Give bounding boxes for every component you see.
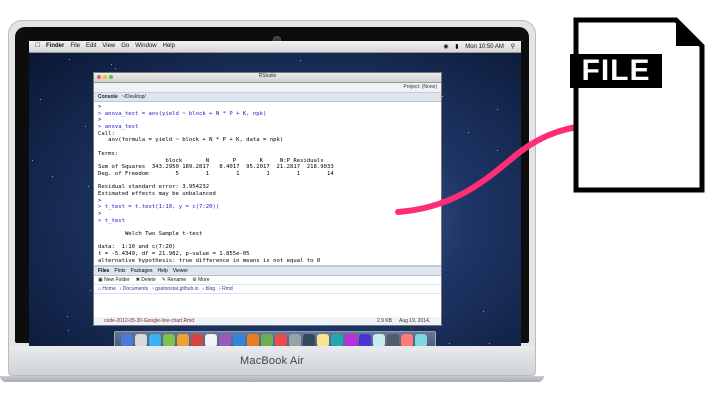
console-output-line: t = -5.4349, df = 21.982, p-value = 1.85… [98,251,250,258]
more-button[interactable]: ⚙ More [192,277,209,283]
battery-icon[interactable]: ▮ [455,44,458,50]
files-pane-tabs: Files Plots Packages Help Viewer [94,267,441,276]
console-output-line: > [98,117,105,124]
console-output[interactable]: > > anova_test = aov(yield ~ block + N *… [94,102,441,269]
window-controls[interactable] [97,75,115,81]
tab-viewer[interactable]: Viewer [173,268,188,274]
tab-help[interactable]: Help [158,268,168,274]
console-output-line [98,224,437,231]
console-output-line: Sum of Squares 343.2950 189.2817 8.4017 … [98,164,334,171]
tab-packages[interactable]: Packages [131,268,153,274]
menu-item-finder[interactable]: Finder [46,43,64,49]
console-output-line: data: 1:10 and c(7:20) [98,244,176,251]
breadcrumb-item[interactable]: › Documents [120,286,148,292]
files-pane: Files Plots Packages Help Viewer ▣ New Folde… [94,265,441,332]
desktop-star [67,316,68,317]
console-output-line: aov(formula = yield ~ block + N * P + K,… [98,137,284,144]
menu-item-view[interactable]: View [102,43,115,49]
file-label: FILE [570,54,662,88]
laptop-model-label: MacBook Air [240,355,304,367]
desktop-star [449,343,450,344]
console-output-line [98,144,437,151]
menu-item-go[interactable]: Go [121,43,129,49]
desktop-star [111,64,112,65]
new-folder-button[interactable]: ▣ New Folder [98,277,130,283]
console-output-line [98,178,437,185]
desktop-star [69,59,70,60]
search-icon[interactable]: ⚲ [511,44,515,50]
laptop-base [0,376,544,382]
files-breadcrumb: ⌂ Home › Documents › gastonstat.github.io ›… [94,285,441,294]
console-output-line: Welch Two Sample t-test [98,231,203,238]
console-output-line: > [98,197,105,204]
desktop-star [115,68,116,69]
file-row[interactable]: code-2012-05-30-Google-line-chart.Rmd 2.… [94,317,441,332]
desktop-star [88,186,89,187]
tab-files[interactable]: Files [98,268,109,274]
desktop-star [85,126,86,127]
file-icon: FILE [568,10,708,196]
wifi-icon[interactable]: ◉ [443,44,448,50]
desktop-star [52,176,53,177]
console-command-line: > t_test = t.test(1:10, y = c(7:20)) [98,204,220,211]
desktop-star [68,330,69,331]
breadcrumb-item[interactable]: ⌂ Home [98,286,116,292]
console-command-line: > anova_test [98,124,139,131]
console-path: ~/Desktop/ [121,94,146,100]
menu-bar-status: ◉ ▮ Mon 10:50 AM ⚲ [438,43,515,50]
apple-menu-icon[interactable]:  [35,42,40,49]
desktop-star [90,290,91,291]
console-output-line: Estimated effects may be unbalanced [98,190,216,197]
file-name[interactable]: code-2012-05-30-Google-line-chart.Rmd [104,317,194,325]
menu-item-file[interactable]: File [70,43,80,49]
desktop-star [300,60,301,61]
console-command-line: > t_test [98,217,125,224]
console-output-line: Terms: [98,150,119,157]
file-size: 2.9 KB [377,318,393,324]
window-title: RStudio [258,73,277,79]
desktop-star [40,99,41,100]
files-toolbar: ▣ New Folder ✖ Delete ✎ Rename ⚙ More [94,276,441,285]
laptop-chin: MacBook Air [8,346,536,376]
console-output-line: alternative hypothesis: true difference … [98,257,321,264]
rstudio-toolbar: Project: (None) [94,83,441,93]
console-output-line: block N P K N:P Residuals [98,157,324,164]
rename-button[interactable]: ✎ Rename [162,277,186,283]
console-output-line: Call: [98,130,115,137]
menu-item-window[interactable]: Window [135,43,156,49]
console-command-line: > anova_test = aov(yield ~ block + N * P… [98,110,267,117]
console-tab-bar: Console ~/Desktop/ [94,93,441,102]
menu-clock[interactable]: Mon 10:50 AM [465,44,504,50]
console-output-line: Residual standard error: 3.954232 [98,184,210,191]
tab-plots[interactable]: Plots [114,268,125,274]
breadcrumb-item[interactable]: › blog [203,286,216,292]
desktop-star [32,160,33,161]
menu-item-help[interactable]: Help [163,43,175,49]
menu-item-edit[interactable]: Edit [86,43,96,49]
breadcrumb-item[interactable]: › Rmd [219,286,233,292]
console-output-line: > [98,211,105,217]
mac-menu-bar:  Finder File Edit View Go Window Help ◉ ▮ Mon… [29,41,521,53]
tab-console[interactable]: Console [98,94,118,100]
console-output-line: Deg. of Freedom 5 1 1 1 1 14 [98,170,334,177]
desktop-star [483,311,484,312]
rstudio-titlebar: RStudio [94,73,441,83]
breadcrumb-item[interactable]: › gastonstat.github.io [152,286,198,292]
delete-button[interactable]: ✖ Delete [136,277,156,283]
desktop-star [489,343,490,344]
console-output-line: > [98,104,105,110]
console-output-line [98,238,437,245]
